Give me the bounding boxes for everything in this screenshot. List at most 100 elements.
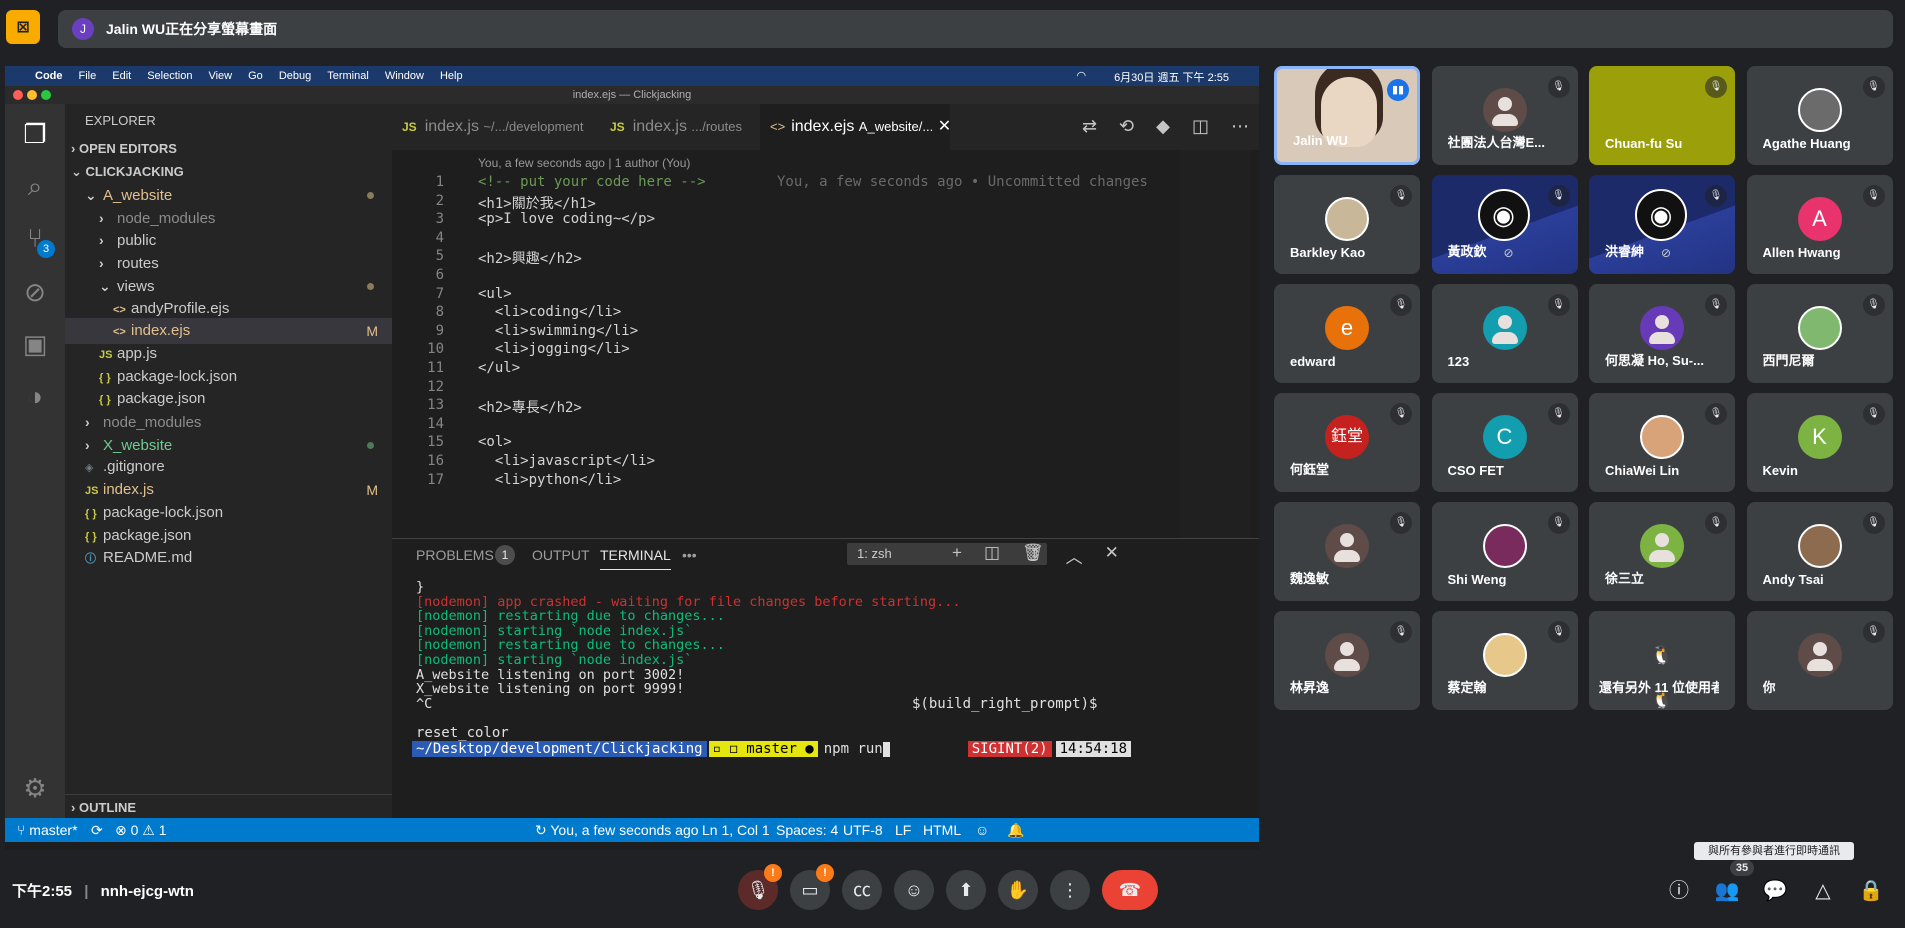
people-count-badge: 35 — [1730, 860, 1754, 876]
participant-tile[interactable]: ◉ 🎙︎ 黃政欽 ⊘ — [1431, 175, 1578, 274]
captions-button[interactable]: ㏄ — [842, 870, 882, 910]
stop-presenting-icon[interactable]: ⊠ — [6, 10, 40, 44]
mic-off-icon: 🎙︎ — [1547, 512, 1570, 534]
participant-tile[interactable]: 🎙︎ 魏逸敏 — [1274, 502, 1420, 601]
avatar: K — [1797, 415, 1842, 459]
participant-tile[interactable]: 🎙︎ 徐三立 — [1589, 502, 1735, 601]
participant-tile[interactable]: K 🎙︎ Kevin — [1746, 393, 1893, 492]
menu-edit: Edit — [112, 70, 132, 82]
participant-tile[interactable]: 🎙︎ ChiaWei Lin — [1589, 393, 1735, 492]
group-avatars: 🐧🐧 — [1650, 645, 1674, 709]
participant-tile[interactable]: ▮▮ Jalin WU — [1274, 66, 1420, 165]
modified-dot — [367, 282, 374, 290]
sigint-badge: SIGINT(2) — [967, 741, 1052, 757]
wifi-icon: ◠ — [1076, 70, 1087, 82]
participant-name: Agathe Huang — [1762, 136, 1851, 151]
chat-icon[interactable]: 💬 — [1762, 878, 1788, 904]
obs-logo-icon: ◉ — [1477, 189, 1530, 241]
participant-name: 社團法人台灣E... — [1447, 135, 1546, 150]
camera-warning-badge: ! — [816, 864, 834, 882]
codelens: You, a few seconds ago | 1 author (You) — [478, 156, 691, 170]
menu-go: Go — [248, 70, 263, 82]
window-title: index.ejs — Clickjacking — [5, 86, 1259, 104]
menu-view: View — [208, 70, 233, 82]
mic-off-icon: 🎙︎ — [1705, 403, 1727, 425]
mic-off-icon: 🎙︎ — [1547, 294, 1570, 316]
participant-tile[interactable]: 🎙︎ Shi Weng — [1431, 502, 1578, 601]
code-line: <h1>關於我</h1> — [478, 195, 596, 212]
chat-tooltip: 與所有參與者進行即時通訊 — [1694, 842, 1854, 860]
raise-hand-button[interactable]: ✋ — [998, 870, 1038, 910]
scm-badge: 3 — [37, 240, 55, 258]
leave-call-button[interactable]: ☎ — [1102, 870, 1158, 910]
participant-name: 西門尼爾 — [1762, 353, 1815, 368]
mic-button[interactable]: 🎙! — [738, 864, 782, 910]
participant-name: Kevin — [1762, 463, 1798, 478]
avatar — [1482, 88, 1527, 132]
participant-tile[interactable]: C 🎙︎ CSO FET — [1431, 393, 1578, 492]
more-options-button[interactable]: ⋮ — [1050, 870, 1090, 910]
chevron-right-icon: › — [71, 800, 76, 815]
captions-icon: ㏄ — [853, 880, 871, 900]
activities-icon[interactable]: △ — [1810, 878, 1836, 904]
participant-tile[interactable]: 🎙︎ 你 — [1746, 611, 1893, 710]
participant-name: 洪睿紳 — [1605, 244, 1645, 259]
line-number: 9 — [435, 322, 444, 339]
blame-label: You, a few seconds ago — [550, 822, 699, 838]
terminal-line: [nodemon] starting `node index.js` — [416, 622, 693, 639]
chevron-down-icon: ⌄ — [71, 164, 82, 179]
cursor-position: Ln 1, Col 1 — [702, 822, 770, 838]
presenter-text: Jalin WU正在分享螢幕畫面 — [106, 21, 278, 37]
participant-tile[interactable]: 🎙︎ 123 — [1431, 284, 1578, 383]
code-line: <li>swimming</li> — [478, 322, 639, 339]
avatar — [1482, 306, 1527, 350]
file-tree-label: package-lock.json — [117, 367, 238, 385]
participant-tile[interactable]: 🎙︎ 蔡定翰 — [1431, 611, 1578, 710]
participant-tile[interactable]: 🎙︎ Agathe Huang — [1746, 66, 1893, 165]
code-line: <ol> — [478, 434, 512, 451]
tab-output: OUTPUT — [532, 547, 590, 563]
terminal-line: [nodemon] restarting due to changes... — [416, 637, 725, 654]
problems-status: ⊗ 0 ⚠ 1 — [115, 822, 167, 838]
presenter-avatar: J — [72, 18, 94, 40]
present-button[interactable]: ⬆ — [946, 870, 986, 910]
mac-status-icons: ◠ 6月30日 週五 下午 2:55 — [1076, 69, 1245, 85]
meeting-code: nnh-ejcg-wtn — [100, 883, 194, 900]
participant-tile[interactable]: 🎙︎ 西門尼爾 — [1746, 284, 1893, 383]
participant-tile[interactable]: e 🎙︎ edward — [1274, 284, 1420, 383]
participant-tile[interactable]: 🎙︎ Barkley Kao — [1274, 175, 1420, 274]
line-number: 5 — [435, 248, 444, 265]
menu-window: Window — [384, 70, 424, 82]
participant-tile[interactable]: 🎙︎ 何思凝 Ho, Su-... — [1589, 284, 1735, 383]
participant-tile[interactable]: A 🎙︎ Allen Hwang — [1746, 175, 1893, 274]
host-controls-icon[interactable]: 🔒 — [1858, 878, 1884, 904]
menu-help: Help — [439, 70, 463, 82]
close-panel-icon: ✕ — [1104, 543, 1119, 562]
mic-off-icon: 🎙︎ — [1705, 76, 1727, 98]
participant-tile[interactable]: 🎙︎ 林昇逸 — [1274, 611, 1420, 710]
line-number: 8 — [435, 304, 444, 321]
participant-tile[interactable]: 🎙︎ 社團法人台灣E... — [1431, 66, 1578, 165]
problems-count: 1 — [495, 545, 515, 565]
file-tree-label: public — [117, 232, 157, 250]
participant-tile[interactable]: 鈺堂 🎙︎ 何鈺堂 — [1274, 393, 1420, 492]
explorer-icon: ❐ — [23, 119, 47, 149]
add-terminal-icon: + — [952, 543, 962, 562]
info-icon[interactable]: ⓘ — [1666, 878, 1692, 904]
js-file-icon: JS — [610, 120, 625, 134]
people-icon[interactable]: 👥 — [1714, 878, 1740, 904]
avatar: C — [1482, 415, 1527, 459]
branch-name: master — [746, 741, 797, 757]
mic-off-icon: 🎙︎ — [1705, 512, 1727, 534]
mic-off-icon: 🎙︎ — [1547, 403, 1570, 425]
mic-off-icon: 🎙︎ — [1390, 403, 1412, 425]
reactions-button[interactable]: ☺ — [894, 870, 934, 910]
tab-path: A_website/... — [858, 119, 934, 134]
avatar — [1325, 633, 1369, 677]
participant-tile[interactable]: 🎙︎ Chuan-fu Su — [1589, 66, 1735, 165]
participant-tile[interactable]: ◉ 🎙︎ 洪睿紳 ⊘ — [1589, 175, 1735, 274]
search-icon: ⌕ — [27, 171, 43, 201]
participant-tile[interactable]: 🎙︎ Andy Tsai — [1746, 502, 1893, 601]
participant-tile[interactable]: 🐧🐧 還有另外 11 位使用者 — [1589, 611, 1735, 710]
camera-button[interactable]: ▭! — [790, 864, 834, 910]
